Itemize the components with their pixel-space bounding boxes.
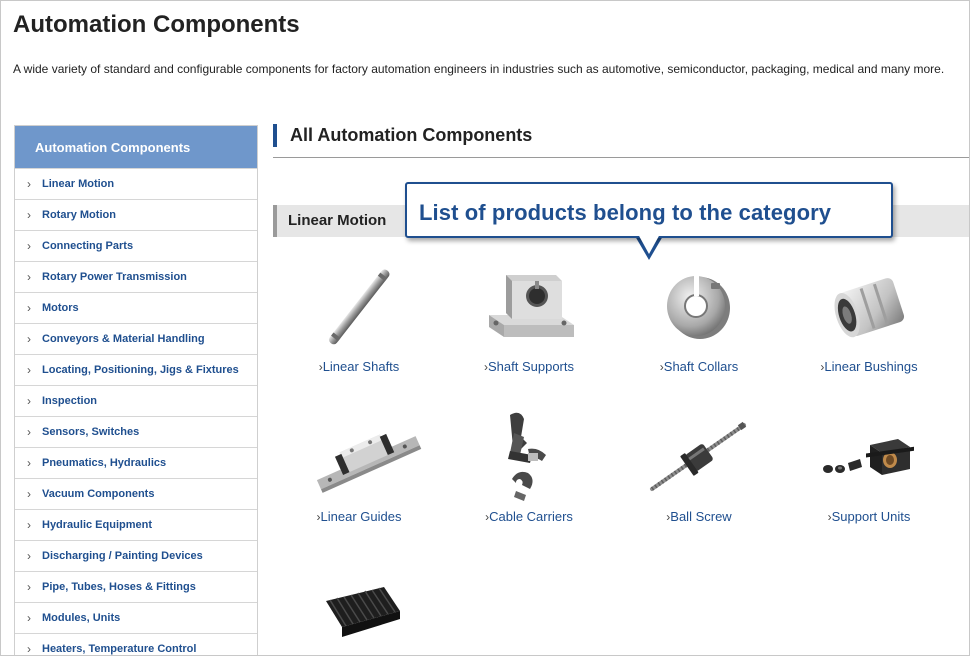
chevron-right-icon: › — [27, 456, 31, 470]
sidebar-item-label: Rotary Power Transmission — [42, 271, 187, 283]
chevron-right-icon: › — [27, 611, 31, 625]
sidebar-item-pipe-tubes[interactable]: › Pipe, Tubes, Hoses & Fittings — [15, 571, 257, 602]
category-sidebar: Automation Components › Linear Motion › Ro… — [14, 125, 258, 656]
sidebar-item-heaters[interactable]: › Heaters, Temperature Control — [15, 633, 257, 656]
product-bellows[interactable] — [274, 571, 444, 655]
chevron-right-icon: › — [27, 177, 31, 191]
shaft-collar-icon — [667, 276, 730, 339]
sidebar-item-modules[interactable]: › Modules, Units — [15, 602, 257, 633]
sidebar-item-label: Hydraulic Equipment — [42, 519, 153, 531]
chevron-right-icon: › — [27, 580, 31, 594]
page-title: Automation Components — [13, 11, 300, 38]
main-title: All Automation Components — [290, 125, 533, 145]
sidebar-item-label: Sensors, Switches — [42, 426, 140, 438]
sidebar-item-label: Locating, Positioning, Jigs & Fixtures — [42, 364, 239, 376]
product-support-units[interactable]: ›Support Units — [784, 413, 954, 533]
bellows-cover-icon — [326, 587, 400, 637]
product-label[interactable]: ›Support Units — [784, 509, 954, 524]
sidebar-item-hydraulic[interactable]: › Hydraulic Equipment — [15, 509, 257, 540]
sidebar-item-label: Vacuum Components — [42, 488, 155, 500]
linear-bushing-icon — [834, 278, 905, 338]
sidebar-item-connecting-parts[interactable]: › Connecting Parts — [15, 230, 257, 261]
sidebar-item-vacuum[interactable]: › Vacuum Components — [15, 478, 257, 509]
sidebar-item-discharging[interactable]: › Discharging / Painting Devices — [15, 540, 257, 571]
sidebar-item-label: Conveyors & Material Handling — [42, 333, 205, 345]
product-label[interactable]: ›Cable Carriers — [444, 509, 614, 524]
sidebar-item-label: Inspection — [42, 395, 98, 407]
linear-guide-icon — [316, 433, 422, 493]
product-linear-shafts[interactable]: ›Linear Shafts — [274, 263, 444, 383]
chevron-right-icon: › — [27, 270, 31, 284]
heading-accent-bar — [273, 124, 277, 147]
chevron-right-icon: › — [27, 332, 31, 346]
product-shaft-collars[interactable]: ›Shaft Collars — [614, 263, 784, 383]
chevron-right-icon: › — [27, 487, 31, 501]
sidebar-item-inspection[interactable]: › Inspection — [15, 385, 257, 416]
chevron-right-icon: › — [27, 549, 31, 563]
product-label[interactable]: ›Linear Guides — [274, 509, 444, 524]
sidebar-item-label: Pipe, Tubes, Hoses & Fittings — [42, 581, 196, 593]
product-linear-guides[interactable]: ›Linear Guides — [274, 413, 444, 533]
section-title: Linear Motion — [288, 212, 387, 229]
callout-text: List of products belong to the category — [419, 200, 832, 225]
page-frame: Automation Components A wide variety of … — [0, 0, 970, 656]
sidebar-item-linear-motion[interactable]: › Linear Motion — [15, 168, 257, 199]
sidebar-item-motors[interactable]: › Motors — [15, 292, 257, 323]
sidebar-item-label: Motors — [42, 302, 79, 314]
sidebar-item-label: Heaters, Temperature Control — [42, 643, 197, 655]
sidebar-item-label: Linear Motion — [42, 178, 115, 190]
chevron-right-icon: › — [27, 239, 31, 253]
sidebar-item-rotary-power-transmission[interactable]: › Rotary Power Transmission — [15, 261, 257, 292]
sidebar-item-label: Connecting Parts — [42, 240, 134, 252]
product-label[interactable]: ›Shaft Collars — [614, 359, 784, 374]
sidebar-item-label: Modules, Units — [42, 612, 121, 624]
sidebar-item-label: Discharging / Painting Devices — [42, 550, 203, 562]
ball-screw-icon — [650, 421, 747, 491]
cable-carrier-icon — [508, 412, 546, 501]
chevron-right-icon: › — [27, 301, 31, 315]
product-label[interactable]: ›Linear Bushings — [784, 359, 954, 374]
sidebar-item-sensors[interactable]: › Sensors, Switches — [15, 416, 257, 447]
product-label[interactable]: ›Shaft Supports — [444, 359, 614, 374]
shaft-support-icon — [489, 275, 574, 337]
callout-box: List of products belong to the category — [405, 182, 893, 238]
product-label[interactable]: ›Ball Screw — [614, 509, 784, 524]
sidebar-item-label: Rotary Motion — [42, 209, 116, 221]
chevron-right-icon: › — [27, 518, 31, 532]
chevron-right-icon: › — [27, 425, 31, 439]
sidebar-item-conveyors[interactable]: › Conveyors & Material Handling — [15, 323, 257, 354]
sidebar-item-pneumatics[interactable]: › Pneumatics, Hydraulics — [15, 447, 257, 478]
sidebar-item-label: Pneumatics, Hydraulics — [42, 457, 167, 469]
sidebar-item-rotary-motion[interactable]: › Rotary Motion — [15, 199, 257, 230]
support-unit-icon — [823, 439, 914, 475]
product-ball-screw[interactable]: ›Ball Screw — [614, 413, 784, 533]
chevron-right-icon: › — [27, 208, 31, 222]
sidebar-header[interactable]: Automation Components — [15, 126, 257, 168]
product-shaft-supports[interactable]: ›Shaft Supports — [444, 263, 614, 383]
chevron-right-icon: › — [27, 363, 31, 377]
chevron-right-icon: › — [27, 394, 31, 408]
product-cable-carriers[interactable]: ›Cable Carriers — [444, 407, 614, 533]
product-linear-bushings[interactable]: ›Linear Bushings — [784, 263, 954, 383]
page-description: A wide variety of standard and configura… — [13, 62, 945, 76]
main-heading: All Automation Components — [273, 124, 969, 158]
linear-shaft-icon — [328, 269, 390, 345]
chevron-right-icon: › — [27, 642, 31, 656]
sidebar-item-locating[interactable]: › Locating, Positioning, Jigs & Fixtures — [15, 354, 257, 385]
product-label[interactable]: ›Linear Shafts — [274, 359, 444, 374]
callout-pointer-inner — [638, 234, 660, 254]
